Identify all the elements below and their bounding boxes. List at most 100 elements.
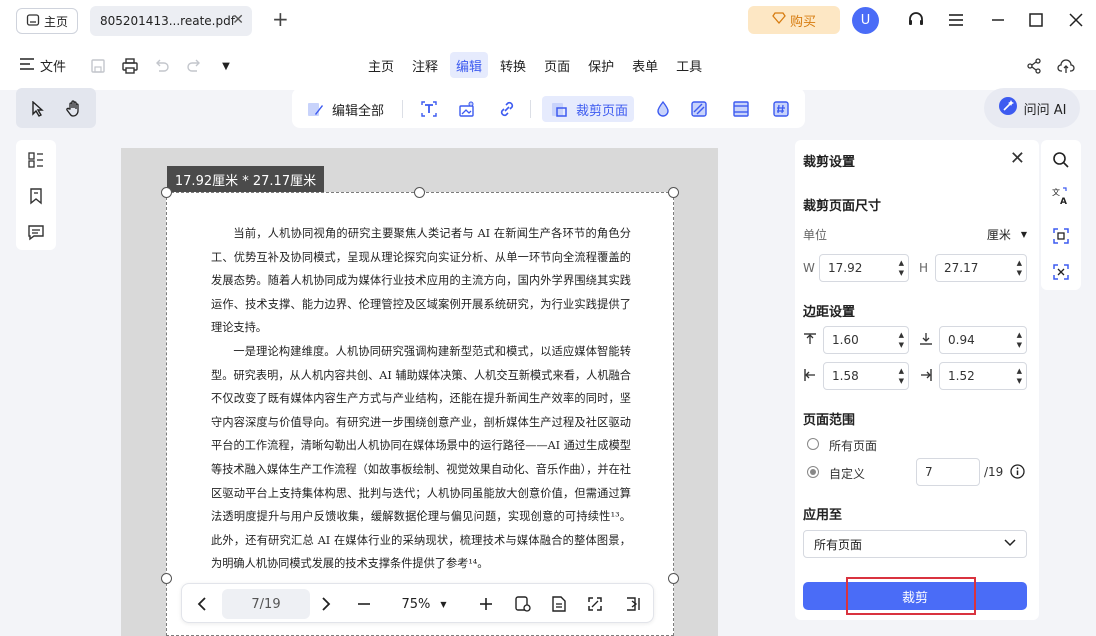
- range-custom-radio[interactable]: [807, 466, 819, 478]
- home-tab[interactable]: 主页: [16, 8, 78, 34]
- crop-handle-top-left[interactable]: [161, 187, 172, 198]
- edit-toolbar: 编辑全部 裁剪页面: [292, 88, 805, 128]
- range-custom-label[interactable]: 自定义: [829, 465, 865, 482]
- redo-icon[interactable]: [184, 56, 204, 76]
- avatar[interactable]: U: [852, 7, 879, 34]
- bookmark-icon[interactable]: [24, 184, 48, 208]
- spinner-arrows-icon[interactable]: ▲ ▼: [899, 366, 904, 386]
- minimize-icon[interactable]: [986, 8, 1010, 32]
- crop-box[interactable]: [166, 192, 674, 636]
- crop-compare-icon[interactable]: [1049, 224, 1073, 248]
- margin-bottom-input[interactable]: 0.94 ▲ ▼: [939, 326, 1027, 354]
- width-label: W: [803, 261, 815, 275]
- right-tool-panel: 文A: [1041, 140, 1081, 290]
- page-range-title: 页面范围: [803, 413, 856, 428]
- crop-page-button[interactable]: 裁剪页面: [542, 96, 635, 122]
- maximize-icon[interactable]: [1024, 8, 1048, 32]
- menu-tab-tools[interactable]: 工具: [670, 52, 708, 78]
- unit-select[interactable]: 厘米 ▼: [987, 226, 1027, 243]
- margin-top-icon: [803, 332, 817, 349]
- close-panel-icon[interactable]: ✕: [1010, 148, 1025, 169]
- zoom-out-icon[interactable]: [354, 592, 374, 616]
- left-side-panel: [16, 140, 56, 250]
- menu-tab-annotate[interactable]: 注释: [406, 52, 444, 78]
- range-all-label[interactable]: 所有页面: [829, 437, 877, 454]
- menu-tab-convert[interactable]: 转换: [494, 52, 532, 78]
- fit-page-icon[interactable]: [512, 592, 534, 616]
- quick-access-dropdown-icon[interactable]: ▼: [216, 56, 236, 76]
- print-icon[interactable]: [120, 56, 140, 76]
- search-icon[interactable]: [1049, 148, 1073, 172]
- unit-value: 厘米: [986, 228, 1011, 242]
- buy-button[interactable]: 购买: [748, 6, 840, 34]
- hamburger-menu-icon[interactable]: [944, 8, 968, 32]
- apply-to-value: 所有页面: [814, 537, 863, 552]
- width-input[interactable]: 17.92 ▲ ▼: [819, 254, 909, 282]
- share-icon[interactable]: [1024, 56, 1044, 76]
- undo-icon[interactable]: [152, 56, 172, 76]
- zoom-in-icon[interactable]: [476, 592, 496, 616]
- add-image-button[interactable]: [456, 96, 478, 122]
- header-footer-icon: [730, 98, 752, 120]
- range-all-radio[interactable]: [807, 438, 819, 450]
- next-page-icon[interactable]: [316, 592, 336, 616]
- crop-button-highlight: [846, 577, 976, 615]
- crop-handle-left[interactable]: [161, 573, 172, 584]
- home-icon: [26, 13, 40, 30]
- hand-tool-icon[interactable]: [63, 98, 85, 120]
- zoom-select[interactable]: 75% ▼: [394, 592, 454, 616]
- crop-handle-right[interactable]: [668, 573, 679, 584]
- file-menu-label: 文件: [40, 60, 67, 75]
- spinner-arrows-icon[interactable]: ▲ ▼: [1017, 258, 1022, 278]
- page-number-input[interactable]: 7/19: [222, 589, 310, 619]
- fullscreen-icon[interactable]: [584, 592, 606, 616]
- thumbnails-icon[interactable]: [24, 148, 48, 172]
- menu-tab-protect[interactable]: 保护: [582, 52, 620, 78]
- translate-icon[interactable]: 文A: [1049, 184, 1073, 208]
- document-tab[interactable]: 805201413...reate.pdf ✕: [90, 6, 252, 36]
- height-input[interactable]: 27.17 ▲ ▼: [935, 254, 1027, 282]
- apply-to-select[interactable]: 所有页面: [803, 530, 1027, 558]
- crop-handle-top-right[interactable]: [668, 187, 679, 198]
- previous-page-icon[interactable]: [192, 592, 212, 616]
- spinner-arrows-icon[interactable]: ▲ ▼: [1017, 366, 1022, 386]
- hash-number-icon: [770, 98, 792, 120]
- file-menu[interactable]: 文件: [20, 56, 66, 75]
- edit-all-button[interactable]: 编辑全部: [304, 96, 384, 122]
- menu-tab-form[interactable]: 表单: [626, 52, 664, 78]
- close-tab-icon[interactable]: ✕: [232, 12, 244, 28]
- bates-number-button[interactable]: [770, 96, 792, 122]
- page-navigation-bar: 7/19 75% ▼: [181, 583, 654, 623]
- unit-dropdown-icon: ▼: [1020, 230, 1027, 239]
- margin-right-input[interactable]: 1.52 ▲ ▼: [939, 362, 1027, 390]
- margin-top-input[interactable]: 1.60 ▲ ▼: [823, 326, 909, 354]
- new-tab-icon[interactable]: +: [272, 8, 289, 30]
- page-view-icon[interactable]: [548, 592, 570, 616]
- menu-tab-home[interactable]: 主页: [362, 52, 400, 78]
- menu-tab-edit[interactable]: 编辑: [450, 52, 489, 78]
- save-icon[interactable]: [88, 56, 108, 76]
- watermark-button[interactable]: [652, 96, 674, 122]
- background-button[interactable]: [688, 96, 710, 122]
- custom-range-input[interactable]: 7: [916, 458, 980, 486]
- select-cursor-icon[interactable]: [27, 98, 49, 120]
- spinner-arrows-icon[interactable]: ▲ ▼: [1017, 330, 1022, 350]
- add-link-button[interactable]: [496, 96, 518, 122]
- header-footer-button[interactable]: [730, 96, 752, 122]
- info-icon[interactable]: [1010, 464, 1025, 482]
- zoom-dropdown-icon: ▼: [440, 599, 447, 609]
- spinner-arrows-icon[interactable]: ▲ ▼: [899, 330, 904, 350]
- menu-tab-page[interactable]: 页面: [538, 52, 576, 78]
- spinner-arrows-icon[interactable]: ▲ ▼: [899, 258, 904, 278]
- add-text-button[interactable]: [418, 96, 440, 122]
- cloud-upload-icon[interactable]: [1056, 56, 1076, 76]
- comment-icon[interactable]: [24, 220, 48, 244]
- close-window-icon[interactable]: [1064, 8, 1088, 32]
- headset-icon[interactable]: [904, 8, 928, 32]
- image-tool-icon: [456, 98, 478, 120]
- screen-capture-icon[interactable]: [1049, 260, 1073, 284]
- collapse-nav-icon[interactable]: [622, 592, 644, 616]
- margin-left-input[interactable]: 1.58 ▲ ▼: [823, 362, 909, 390]
- ask-ai-button[interactable]: 问问 AI: [984, 88, 1080, 128]
- crop-handle-top[interactable]: [414, 187, 425, 198]
